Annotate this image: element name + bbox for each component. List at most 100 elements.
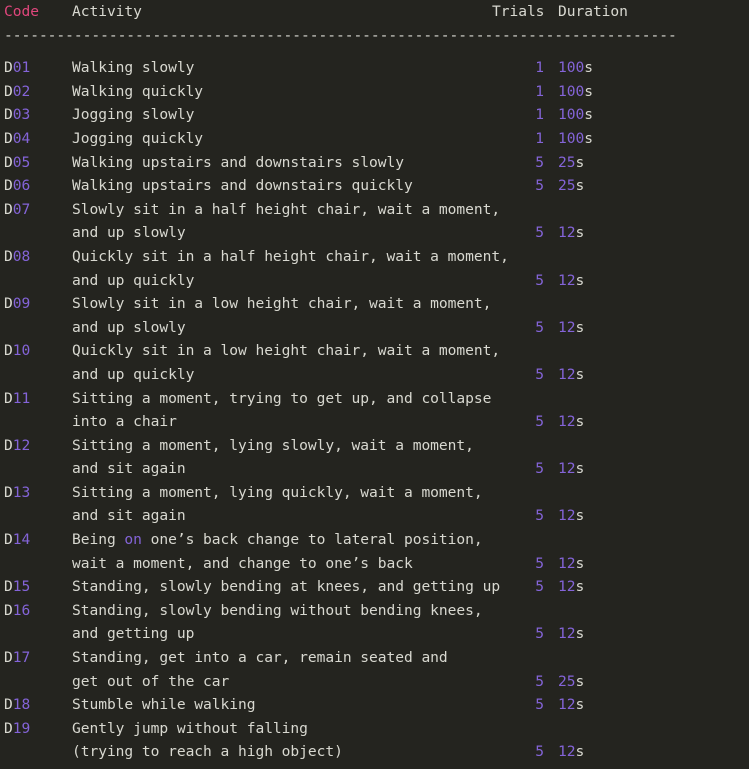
cell-duration: 12s bbox=[558, 316, 584, 340]
duration-value: 12 bbox=[558, 507, 576, 525]
cell-activity-line: Sitting a moment, lying quickly, wait a … bbox=[72, 483, 483, 501]
cell-code: D10 bbox=[4, 339, 30, 363]
table-row: D14 Being on one’s back change to lateral… bbox=[0, 528, 749, 552]
cell-code: D08 bbox=[4, 245, 30, 269]
code-letter: D bbox=[4, 649, 13, 667]
cell-code: D03 bbox=[4, 103, 30, 127]
duration-value: 100 bbox=[558, 129, 585, 147]
code-letter: D bbox=[4, 106, 13, 124]
duration-unit: s bbox=[575, 578, 585, 596]
cell-code: D05 bbox=[4, 151, 30, 175]
table-row: D05 Walking upstairs and downstairs slowl… bbox=[0, 151, 749, 175]
cell-code: D11 bbox=[4, 387, 30, 411]
duration-unit: s bbox=[575, 696, 585, 714]
code-letter: D bbox=[4, 389, 13, 407]
table-row: into a chair 5 12s bbox=[0, 410, 749, 434]
code-letter: D bbox=[4, 342, 13, 360]
duration-value: 25 bbox=[558, 672, 576, 690]
code-letter: D bbox=[4, 129, 13, 147]
cell-activity-line: and up slowly bbox=[72, 318, 186, 336]
table-row: D16 Standing, slowly bending without bend… bbox=[0, 599, 749, 623]
table-row: and up slowly 5 12s bbox=[0, 316, 749, 340]
cell-duration: 12s bbox=[558, 622, 584, 646]
duration-unit: s bbox=[575, 224, 585, 242]
code-number: 11 bbox=[12, 389, 31, 407]
table-row: D02 Walking quickly 1 100s bbox=[0, 80, 749, 104]
cell-trials: 1 bbox=[535, 106, 544, 124]
duration-unit: s bbox=[584, 129, 593, 147]
cell-code: D15 bbox=[4, 575, 30, 599]
code-number: 08 bbox=[12, 247, 31, 265]
cell-trials: 5 bbox=[535, 554, 544, 572]
code-letter: D bbox=[4, 82, 13, 100]
duration-value: 12 bbox=[558, 578, 576, 596]
table-row: D07 Slowly sit in a half height chair, wa… bbox=[0, 198, 749, 222]
cell-activity-line: and up quickly bbox=[72, 271, 195, 289]
cell-code: D01 bbox=[4, 56, 30, 80]
duration-unit: s bbox=[575, 554, 585, 572]
table-row: wait a moment, and change to one’s back 5… bbox=[0, 552, 749, 576]
cell-activity-line: (trying to reach a high object) bbox=[72, 743, 343, 761]
cell-activity-line: Jogging slowly bbox=[72, 106, 195, 124]
duration-value: 25 bbox=[558, 177, 576, 195]
table-row: (trying to reach a high object) 5 12s bbox=[0, 740, 749, 764]
cell-activity-line: Sitting a moment, lying slowly, wait a m… bbox=[72, 436, 474, 454]
cell-code: D06 bbox=[4, 174, 30, 198]
table-row: D17 Standing, get into a car, remain seat… bbox=[0, 646, 749, 670]
cell-duration: 100s bbox=[558, 127, 593, 151]
cell-activity-line: Standing, slowly bending at knees, and g… bbox=[72, 578, 501, 596]
column-header-trials: Trials bbox=[492, 3, 545, 20]
cell-trials: 5 bbox=[535, 318, 544, 336]
code-number: 17 bbox=[12, 649, 31, 667]
cell-duration: 12s bbox=[558, 740, 584, 764]
cell-code: D09 bbox=[4, 292, 30, 316]
table-row: and sit again 5 12s bbox=[0, 504, 749, 528]
cell-code: D07 bbox=[4, 198, 30, 222]
code-number: 03 bbox=[12, 106, 31, 124]
cell-activity-line: Being on one’s back change to lateral po… bbox=[72, 531, 483, 549]
code-letter: D bbox=[4, 177, 13, 195]
duration-value: 12 bbox=[558, 743, 576, 761]
cell-duration: 12s bbox=[558, 693, 584, 717]
cell-duration: 12s bbox=[558, 457, 584, 481]
cell-duration: 12s bbox=[558, 552, 584, 576]
code-number: 16 bbox=[12, 601, 31, 619]
code-number: 04 bbox=[12, 129, 31, 147]
table-row: D13 Sitting a moment, lying quickly, wait… bbox=[0, 481, 749, 505]
cell-trials: 5 bbox=[535, 625, 544, 643]
column-header-activity: Activity bbox=[72, 3, 142, 20]
table-row: D18 Stumble while walking 5 12s bbox=[0, 693, 749, 717]
duration-unit: s bbox=[584, 59, 593, 77]
cell-duration: 25s bbox=[558, 151, 584, 175]
cell-duration: 100s bbox=[558, 56, 593, 80]
cell-trials: 5 bbox=[535, 507, 544, 525]
cell-duration: 100s bbox=[558, 80, 593, 104]
keyword-token: on bbox=[124, 531, 142, 549]
code-number: 15 bbox=[12, 578, 31, 596]
cell-activity-line: into a chair bbox=[72, 413, 177, 431]
duration-value: 100 bbox=[558, 59, 585, 77]
duration-unit: s bbox=[575, 743, 585, 761]
table-row: D15 Standing, slowly bending at knees, an… bbox=[0, 575, 749, 599]
code-letter: D bbox=[4, 59, 13, 77]
cell-activity-line: Quickly sit in a half height chair, wait… bbox=[72, 247, 509, 265]
cell-activity-line: Sitting a moment, trying to get up, and … bbox=[72, 389, 492, 407]
cell-duration: 12s bbox=[558, 410, 584, 434]
code-letter: D bbox=[4, 719, 13, 737]
duration-value: 12 bbox=[558, 271, 576, 289]
duration-unit: s bbox=[575, 318, 585, 336]
code-number: 09 bbox=[12, 295, 31, 313]
cell-trials: 5 bbox=[535, 153, 544, 171]
column-header-duration: Duration bbox=[558, 3, 628, 20]
cell-code: D02 bbox=[4, 80, 30, 104]
duration-unit: s bbox=[575, 460, 585, 478]
cell-code: D17 bbox=[4, 646, 30, 670]
duration-unit: s bbox=[575, 507, 585, 525]
code-number: 05 bbox=[12, 153, 31, 171]
cell-trials: 5 bbox=[535, 578, 544, 596]
cell-trials: 5 bbox=[535, 743, 544, 761]
table-row: D09 Slowly sit in a low height chair, wai… bbox=[0, 292, 749, 316]
cell-activity-line: and up slowly bbox=[72, 224, 186, 242]
cell-duration: 12s bbox=[558, 269, 584, 293]
table-row: and sit again 5 12s bbox=[0, 457, 749, 481]
